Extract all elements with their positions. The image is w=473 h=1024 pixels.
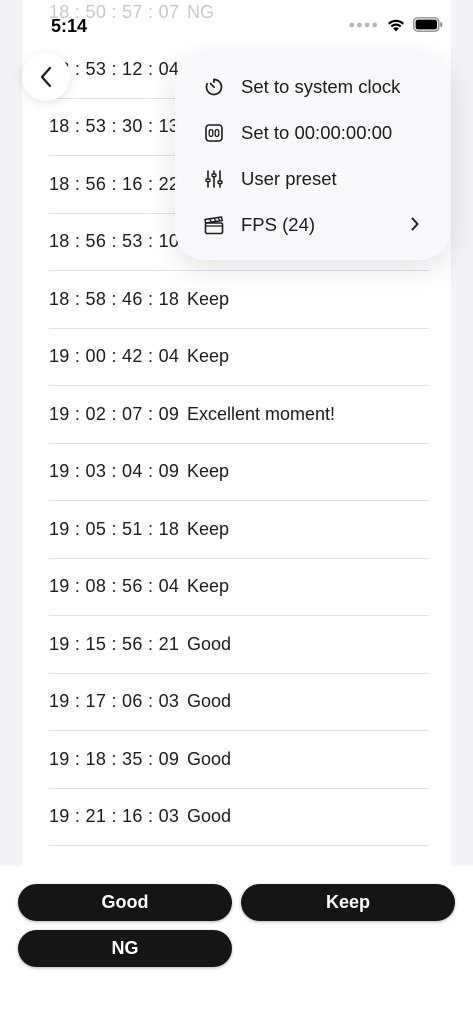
mark-label: Keep xyxy=(187,518,230,539)
table-row[interactable]: 19 : 08 : 56 : 04 Keep xyxy=(49,559,429,616)
mark-label: Excellent moment! xyxy=(187,403,336,424)
timecode: 19 : 08 : 56 : 04 xyxy=(49,576,180,597)
table-row[interactable]: 19 : 03 : 04 : 09 Keep xyxy=(49,444,429,501)
mark-button-bar: Good Keep NG xyxy=(0,866,473,1024)
status-bar: 5:14 ●●●● xyxy=(0,0,473,50)
menu-item-fps[interactable]: FPS (24) xyxy=(175,202,450,248)
mark-label: Good xyxy=(187,748,232,769)
ng-button[interactable]: NG xyxy=(18,930,232,967)
mark-label: Keep xyxy=(187,288,230,309)
menu-item-label: Set to 00:00:00:00 xyxy=(241,122,393,143)
back-button[interactable] xyxy=(22,53,70,101)
wifi-icon xyxy=(388,19,404,31)
mark-label: Good xyxy=(187,806,232,827)
timecode: 19 : 02 : 07 : 09 xyxy=(49,403,180,424)
timecode: 19 : 03 : 04 : 09 xyxy=(49,461,180,482)
table-row[interactable]: 19 : 17 : 06 : 03 Good xyxy=(49,674,429,731)
timecode: 18 : 53 : 30 : 13 xyxy=(49,116,180,137)
status-icons: ●●●● xyxy=(348,17,443,32)
table-row[interactable]: 19 : 18 : 35 : 09 Good xyxy=(49,731,429,789)
timecode: 19 : 17 : 06 : 03 xyxy=(49,691,180,712)
mark-label: Keep xyxy=(187,346,230,367)
good-button[interactable]: Good xyxy=(18,884,232,921)
mark-label: Good xyxy=(187,633,232,654)
status-time: 5:14 xyxy=(51,16,88,36)
battery-icon xyxy=(413,17,443,32)
timecode: 19 : 18 : 35 : 09 xyxy=(49,748,180,769)
timecode: 18 : 56 : 16 : 22 xyxy=(49,173,180,194)
menu-item-user-preset[interactable]: User preset xyxy=(175,156,450,202)
sliders-icon xyxy=(203,168,225,190)
clapperboard-icon xyxy=(203,214,225,236)
mark-label: Keep xyxy=(187,461,230,482)
table-row[interactable]: 19 : 05 : 51 : 18 Keep xyxy=(49,501,429,559)
menu-item-label: Set to system clock xyxy=(241,76,401,97)
chevron-right-icon xyxy=(411,217,419,231)
timecode: 19 : 21 : 16 : 03 xyxy=(49,806,180,827)
chevron-left-icon xyxy=(40,66,52,88)
keep-button[interactable]: Keep xyxy=(241,884,455,921)
timecode: 18 : 58 : 46 : 18 xyxy=(49,288,180,309)
timecode: 19 : 05 : 51 : 18 xyxy=(49,518,180,539)
options-menu: Set to system clock Set to 00:00:00:00 U… xyxy=(175,54,450,260)
menu-item-system-clock[interactable]: Set to system clock xyxy=(175,64,450,110)
table-row[interactable]: 19 : 21 : 16 : 03 Good xyxy=(49,789,429,846)
timecode: 18 : 56 : 53 : 10 xyxy=(49,231,180,252)
menu-item-label: FPS (24) xyxy=(241,214,316,235)
table-row[interactable]: 19 : 15 : 56 : 21 Good xyxy=(49,616,429,674)
table-row[interactable]: 18 : 58 : 46 : 18 Keep xyxy=(49,271,429,329)
signal-dots-icon: ●●●● xyxy=(348,18,379,31)
menu-item-label: User preset xyxy=(241,168,337,189)
table-row[interactable]: 19 : 00 : 42 : 04 Keep xyxy=(49,329,429,386)
zero-counter-icon xyxy=(203,122,225,144)
table-row[interactable]: 19 : 02 : 07 : 09 Excellent moment! xyxy=(49,386,429,444)
menu-item-reset-zero[interactable]: Set to 00:00:00:00 xyxy=(175,110,450,156)
mark-label: Good xyxy=(187,691,232,712)
timecode: 19 : 00 : 42 : 04 xyxy=(49,346,180,367)
timecode: 19 : 15 : 56 : 21 xyxy=(49,633,180,654)
timer-icon xyxy=(203,76,225,98)
mark-label: Keep xyxy=(187,576,230,597)
